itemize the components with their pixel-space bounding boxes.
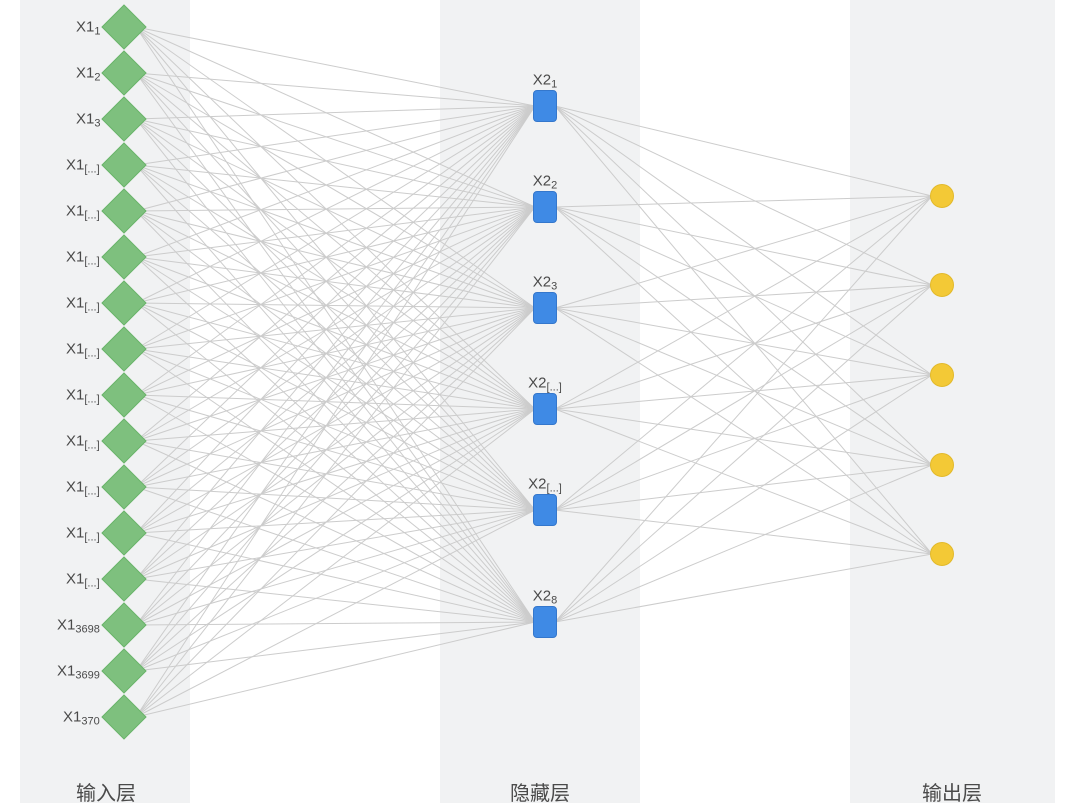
input-node-label-0: X11: [76, 19, 100, 36]
input-node-label-4: X1[...]: [66, 203, 100, 220]
input-layer-title: 输入层: [76, 777, 136, 803]
output-node-0: [930, 184, 954, 208]
hidden-node-2: [533, 292, 557, 324]
input-node-label-6: X1[...]: [66, 295, 100, 312]
hidden-node-label-1: X22: [533, 173, 557, 190]
input-node-label-7: X1[...]: [66, 341, 100, 358]
nn-diagram: X11 X12 X13 X1[...] X1[...] X1[...] X1[...] X1[…: [0, 0, 1080, 803]
input-node-label-8: X1[...]: [66, 387, 100, 404]
hidden-node-1: [533, 191, 557, 223]
output-node-2: [930, 363, 954, 387]
input-node-label-2: X13: [76, 111, 100, 128]
hidden-node-label-3: X2[...]: [528, 375, 562, 392]
input-node-label-9: X1[...]: [66, 433, 100, 450]
output-node-3: [930, 453, 954, 477]
hidden-node-label-4: X2[...]: [528, 476, 562, 493]
output-node-1: [930, 273, 954, 297]
hidden-node-label-0: X21: [533, 72, 557, 89]
input-node-label-5: X1[...]: [66, 249, 100, 266]
input-node-label-15: X1370: [63, 709, 100, 726]
input-node-label-10: X1[...]: [66, 479, 100, 496]
input-node-label-11: X1[...]: [66, 525, 100, 542]
hidden-node-0: [533, 90, 557, 122]
input-node-label-3: X1[...]: [66, 157, 100, 174]
input-node-label-13: X13698: [57, 617, 100, 634]
hidden-node-label-2: X23: [533, 274, 557, 291]
hidden-node-label-5: X28: [533, 588, 557, 605]
input-node-label-1: X12: [76, 65, 100, 82]
hidden-node-5: [533, 606, 557, 638]
output-node-4: [930, 542, 954, 566]
input-node-label-14: X13699: [57, 663, 100, 680]
hidden-node-4: [533, 494, 557, 526]
hidden-node-3: [533, 393, 557, 425]
hidden-layer-title: 隐藏层: [510, 777, 570, 803]
output-layer-band: [850, 0, 1055, 803]
input-node-label-12: X1[...]: [66, 571, 100, 588]
output-layer-title: 输出层: [922, 777, 982, 803]
